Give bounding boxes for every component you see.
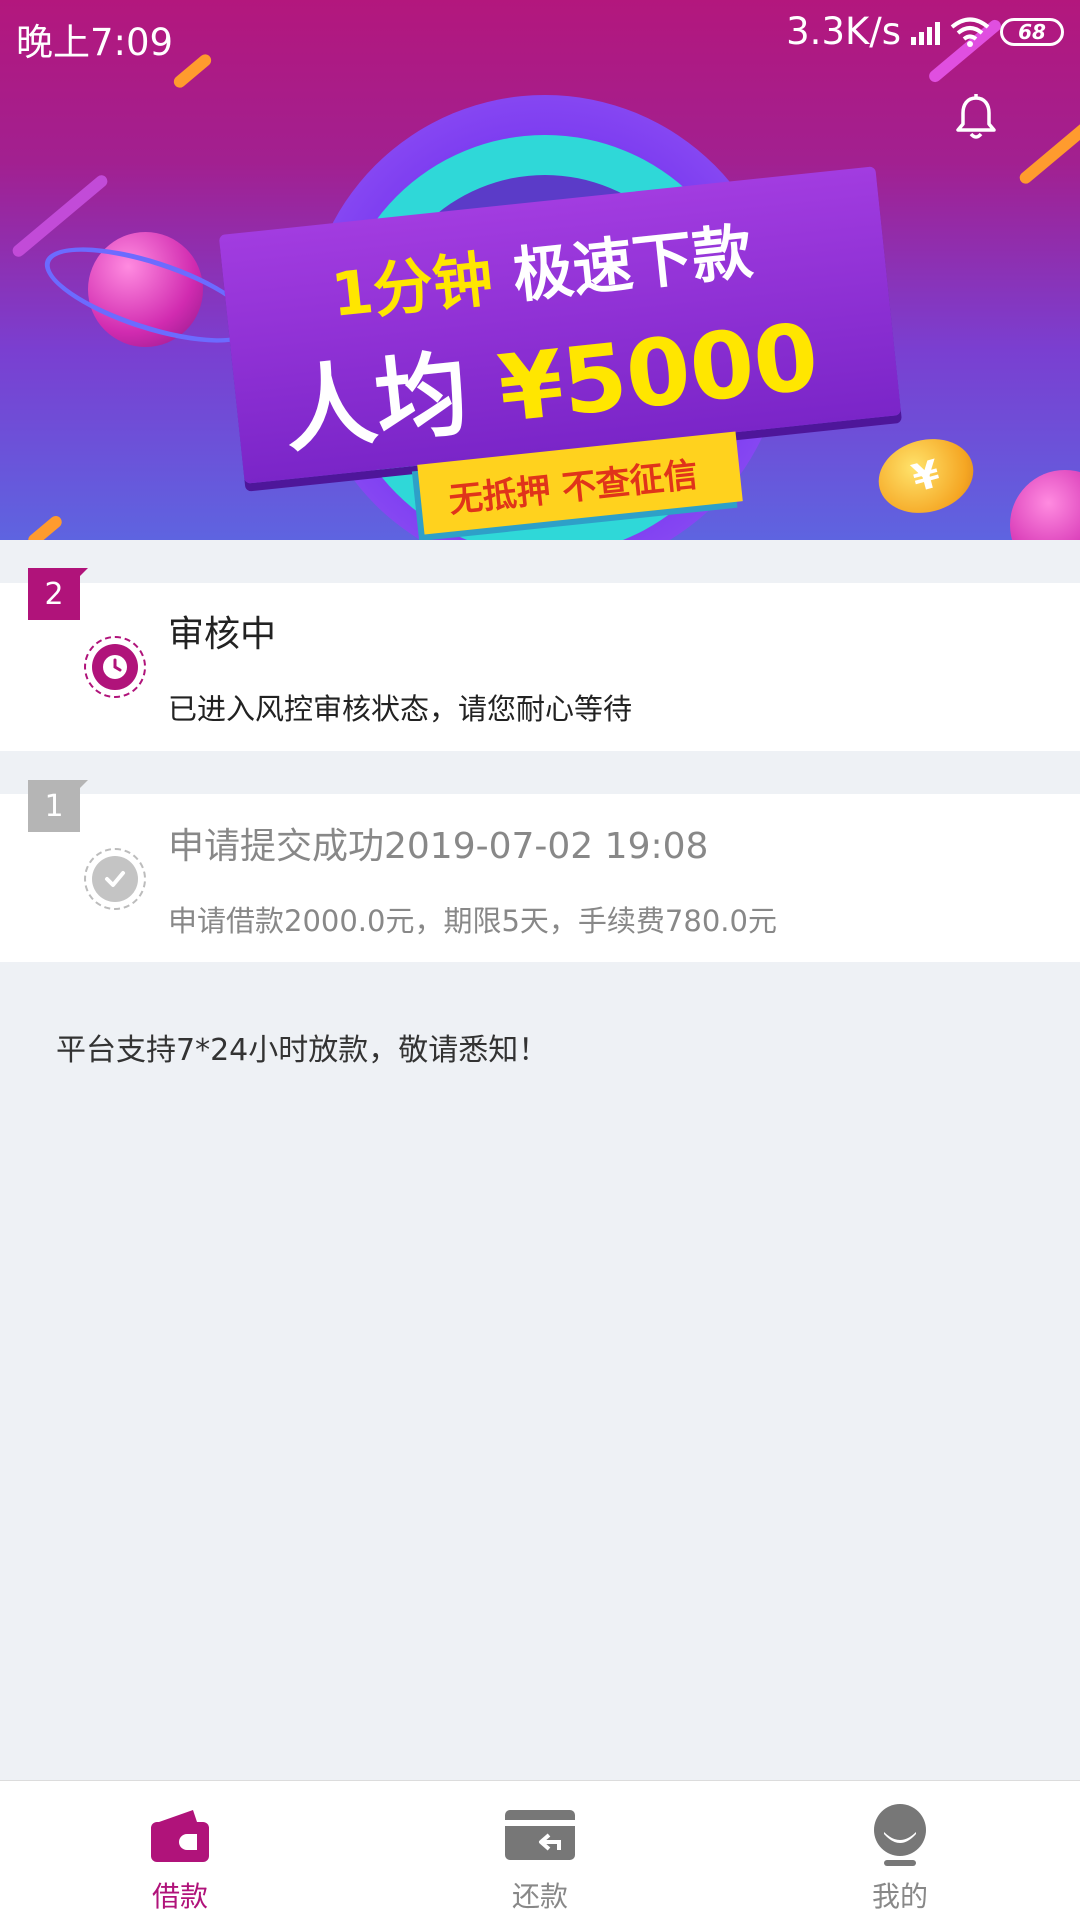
planet-illustration [1010,470,1080,540]
tab-label: 我的 [871,1880,928,1913]
wallet-icon [151,1810,209,1862]
battery-icon: 68 [1000,17,1064,46]
decor-stripe [25,513,65,540]
step-number-badge: 1 [28,780,88,832]
check-icon [84,848,146,910]
tab-borrow[interactable]: 借款 [0,1781,360,1921]
tab-label: 还款 [511,1880,568,1913]
bell-icon[interactable] [950,92,1002,144]
decor-stripe [10,172,110,260]
status-indicators: 3.3K/s 68 [786,10,1064,53]
tab-repay[interactable]: 还款 [360,1781,720,1921]
repay-card-icon [505,1810,575,1860]
promo-text: 人均 [278,340,473,466]
user-icon [874,1804,926,1866]
tab-label: 借款 [151,1880,208,1913]
coin-icon: ¥ [870,428,982,524]
network-speed: 3.3K/s [786,10,901,53]
status-bar: 晚上7:09 3.3K/s 68 [0,0,1080,70]
battery-level: 68 [1018,19,1046,44]
notice-text: 平台支持7*24小时放款，敬请悉知！ [56,1033,549,1068]
clock-icon [84,636,146,698]
signal-icon [911,19,940,45]
promo-banner[interactable]: ¥ ¥ 1分钟 极速下款 人均 ¥5000 无抵押 不查征信 晚上7:09 3.… [0,0,1080,540]
step-description: 已进入风控审核状态，请您耐心等待 [168,692,633,726]
decor-stripe [1017,115,1080,187]
step-title: 申请提交成功2019-07-02 19:08 [168,826,709,867]
step-number-badge: 2 [28,568,88,620]
step-description: 申请借款2000.0元，期限5天，手续费780.0元 [168,904,777,938]
step-title: 审核中 [168,614,277,655]
tab-mine[interactable]: 我的 [720,1781,1080,1921]
status-time: 晚上7:09 [16,21,174,64]
bottom-tab-bar: 借款 还款 我的 [0,1780,1080,1921]
wifi-icon [950,17,990,47]
